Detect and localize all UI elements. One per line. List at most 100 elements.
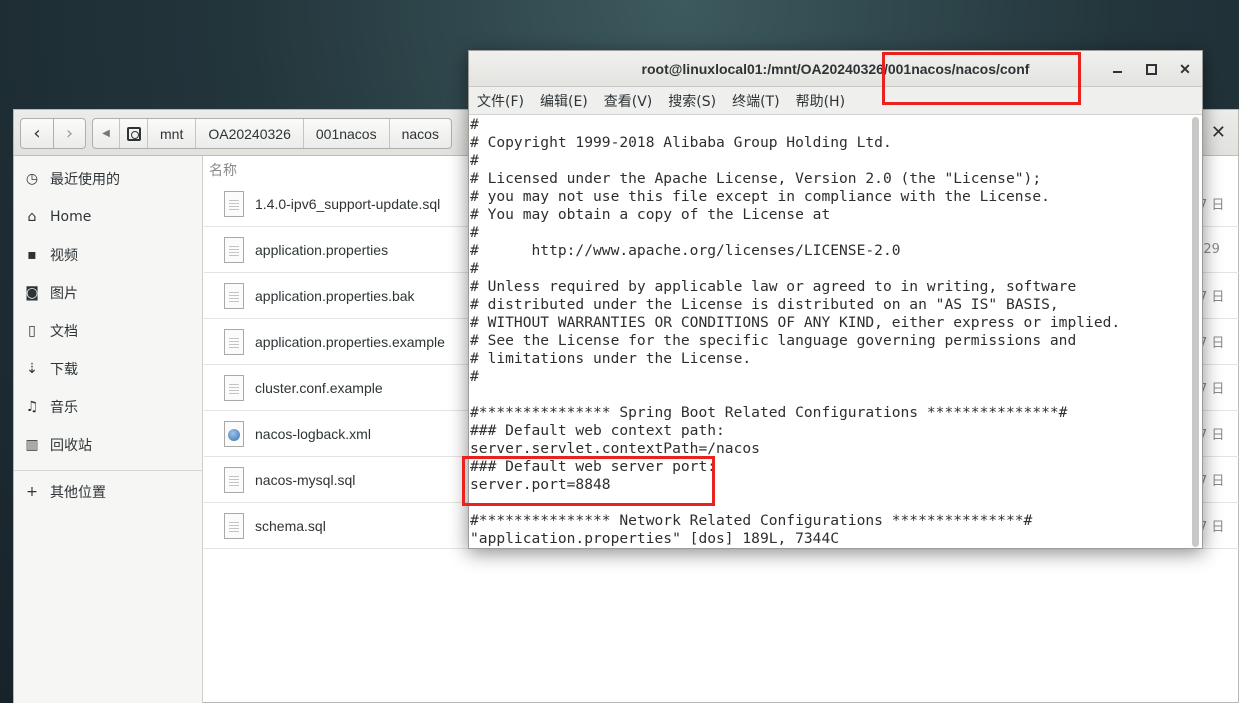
terminal-line: ### Default web context path: <box>470 422 725 439</box>
sidebar-item-other-locations[interactable]: + 其他位置 <box>14 477 203 507</box>
breadcrumb-scroll-left-button[interactable]: ◀ <box>93 119 119 148</box>
file-name: application.properties <box>255 241 389 258</box>
text-file-icon <box>224 282 244 309</box>
terminal-window: root@linuxlocal01:/mnt/OA20240326/001nac… <box>468 50 1203 549</box>
music-icon: ♫ <box>25 399 39 415</box>
terminal-line: server.port=8848 <box>470 476 611 493</box>
sidebar-item-label: 图片 <box>50 286 78 302</box>
sidebar-item-videos[interactable]: ▪ 视频 <box>14 240 203 270</box>
terminal-output[interactable]: # # Copyright 1999-2018 Alibaba Group Ho… <box>470 116 1190 548</box>
terminal-line: # limitations under the License. <box>470 350 752 367</box>
file-date: 7 日 <box>1199 290 1225 305</box>
history-nav: ‹ › <box>20 118 86 149</box>
menu-terminal[interactable]: 终端(T) <box>724 91 787 111</box>
terminal-line: #*************** Network Related Configu… <box>470 512 1033 529</box>
breadcrumb-root-button[interactable] <box>119 119 147 148</box>
terminal-line: # Copyright 1999-2018 Alibaba Group Hold… <box>470 134 892 151</box>
sidebar-item-trash[interactable]: ▥ 回收站 <box>14 430 203 460</box>
file-date: 7 日 <box>1199 428 1225 443</box>
file-date: 7 日 <box>1199 520 1225 535</box>
file-date: 7 日 <box>1199 474 1225 489</box>
chevron-right-icon: › <box>65 123 74 144</box>
terminal-line: server.servlet.contextPath=/nacos <box>470 440 760 457</box>
video-icon: ▪ <box>27 247 37 263</box>
terminal-line: # Licensed under the Apache License, Ver… <box>470 170 1042 187</box>
file-name: schema.sql <box>255 517 326 534</box>
back-button[interactable]: ‹ <box>21 119 53 148</box>
menu-search[interactable]: 搜索(S) <box>660 91 724 111</box>
download-icon: ⇣ <box>26 361 38 377</box>
terminal-line: # distributed under the License is distr… <box>470 296 1059 313</box>
sidebar-item-label: Home <box>50 209 92 225</box>
file-date: 7 日 <box>1199 382 1225 397</box>
plus-icon: + <box>26 484 38 500</box>
sidebar-item-recent[interactable]: ◷ 最近使用的 <box>14 164 203 194</box>
text-file-icon <box>224 190 244 217</box>
terminal-line: # <box>470 224 479 241</box>
terminal-line: # you may not use this file except in co… <box>470 188 1050 205</box>
close-icon[interactable]: ✕ <box>1211 122 1226 143</box>
forward-button[interactable]: › <box>53 119 85 148</box>
file-name: cluster.conf.example <box>255 379 383 396</box>
breadcrumb-item[interactable]: mnt <box>147 119 195 148</box>
file-name: nacos-logback.xml <box>255 425 371 442</box>
breadcrumb-item[interactable]: nacos <box>388 119 451 148</box>
terminal-line: # WITHOUT WARRANTIES OR CONDITIONS OF AN… <box>470 314 1121 331</box>
menu-edit[interactable]: 编辑(E) <box>532 91 596 111</box>
breadcrumb-item[interactable]: OA20240326 <box>195 119 303 148</box>
terminal-status-line: "application.properties" [dos] 189L, 734… <box>470 530 840 547</box>
menu-file[interactable]: 文件(F) <box>469 91 532 111</box>
sidebar-item-label: 回收站 <box>50 438 92 454</box>
terminal-line: # Unless required by applicable law or a… <box>470 278 1077 295</box>
terminal-scrollbar[interactable] <box>1192 117 1199 547</box>
terminal-menubar: 文件(F) 编辑(E) 查看(V) 搜索(S) 终端(T) 帮助(H) <box>469 87 1202 115</box>
terminal-line: # <box>470 116 479 133</box>
clock-icon: ◷ <box>25 171 39 187</box>
text-file-icon <box>224 328 244 355</box>
camera-icon: ◙ <box>25 285 39 301</box>
close-button[interactable]: ✕ <box>1175 59 1195 79</box>
breadcrumb-item[interactable]: 001nacos <box>302 119 389 148</box>
xml-file-icon <box>224 420 244 447</box>
sidebar-item-label: 文档 <box>50 324 78 340</box>
close-icon: ✕ <box>1179 60 1191 77</box>
sidebar-item-pictures[interactable]: ◙ 图片 <box>14 278 203 308</box>
sidebar-item-label: 下载 <box>50 362 78 378</box>
terminal-line: #*************** Spring Boot Related Con… <box>470 404 1068 421</box>
sidebar-item-label: 视频 <box>50 248 78 264</box>
minimize-button[interactable] <box>1107 59 1127 79</box>
terminal-line: # <box>470 152 479 169</box>
home-icon: ⌂ <box>27 209 37 225</box>
maximize-button[interactable] <box>1141 59 1161 79</box>
chevron-left-icon: ‹ <box>33 123 41 144</box>
text-file-icon <box>224 466 244 493</box>
sidebar-item-label: 最近使用的 <box>50 172 120 188</box>
file-name: application.properties.example <box>255 333 445 350</box>
file-name: application.properties.bak <box>255 287 415 304</box>
menu-view[interactable]: 查看(V) <box>596 91 661 111</box>
trash-icon: ▥ <box>25 437 39 453</box>
file-name: nacos-mysql.sql <box>255 471 356 488</box>
sidebar-divider <box>14 470 203 471</box>
sidebar-item-documents[interactable]: ▯ 文档 <box>14 316 203 346</box>
terminal-title: root@linuxlocal01:/mnt/OA20240326/001nac… <box>641 60 1030 77</box>
text-file-icon <box>224 512 244 539</box>
terminal-line: # See the License for the specific langu… <box>470 332 1077 349</box>
menu-help[interactable]: 帮助(H) <box>788 91 853 111</box>
sidebar-item-downloads[interactable]: ⇣ 下载 <box>14 354 203 384</box>
sidebar-item-label: 其他位置 <box>50 485 106 501</box>
drive-icon <box>126 126 141 141</box>
terminal-line: # http://www.apache.org/licenses/LICENSE… <box>470 242 901 259</box>
sidebar: ◷ 最近使用的 ⌂ Home ▪ 视频 ◙ 图片 ▯ 文档 ⇣ 下载 ♫ 音乐 … <box>14 156 203 703</box>
column-header-name[interactable]: 名称 <box>209 160 237 180</box>
text-file-icon <box>224 374 244 401</box>
sidebar-item-home[interactable]: ⌂ Home <box>14 202 203 232</box>
terminal-titlebar[interactable]: root@linuxlocal01:/mnt/OA20240326/001nac… <box>469 51 1202 87</box>
file-date: 7 日 <box>1199 198 1225 213</box>
sidebar-item-music[interactable]: ♫ 音乐 <box>14 392 203 422</box>
breadcrumb: ◀ mnt OA20240326 001nacos nacos <box>92 118 452 149</box>
file-date: :29 <box>1199 242 1220 257</box>
file-date: 7 日 <box>1199 336 1225 351</box>
document-icon: ▯ <box>28 323 36 339</box>
text-file-icon <box>224 236 244 263</box>
